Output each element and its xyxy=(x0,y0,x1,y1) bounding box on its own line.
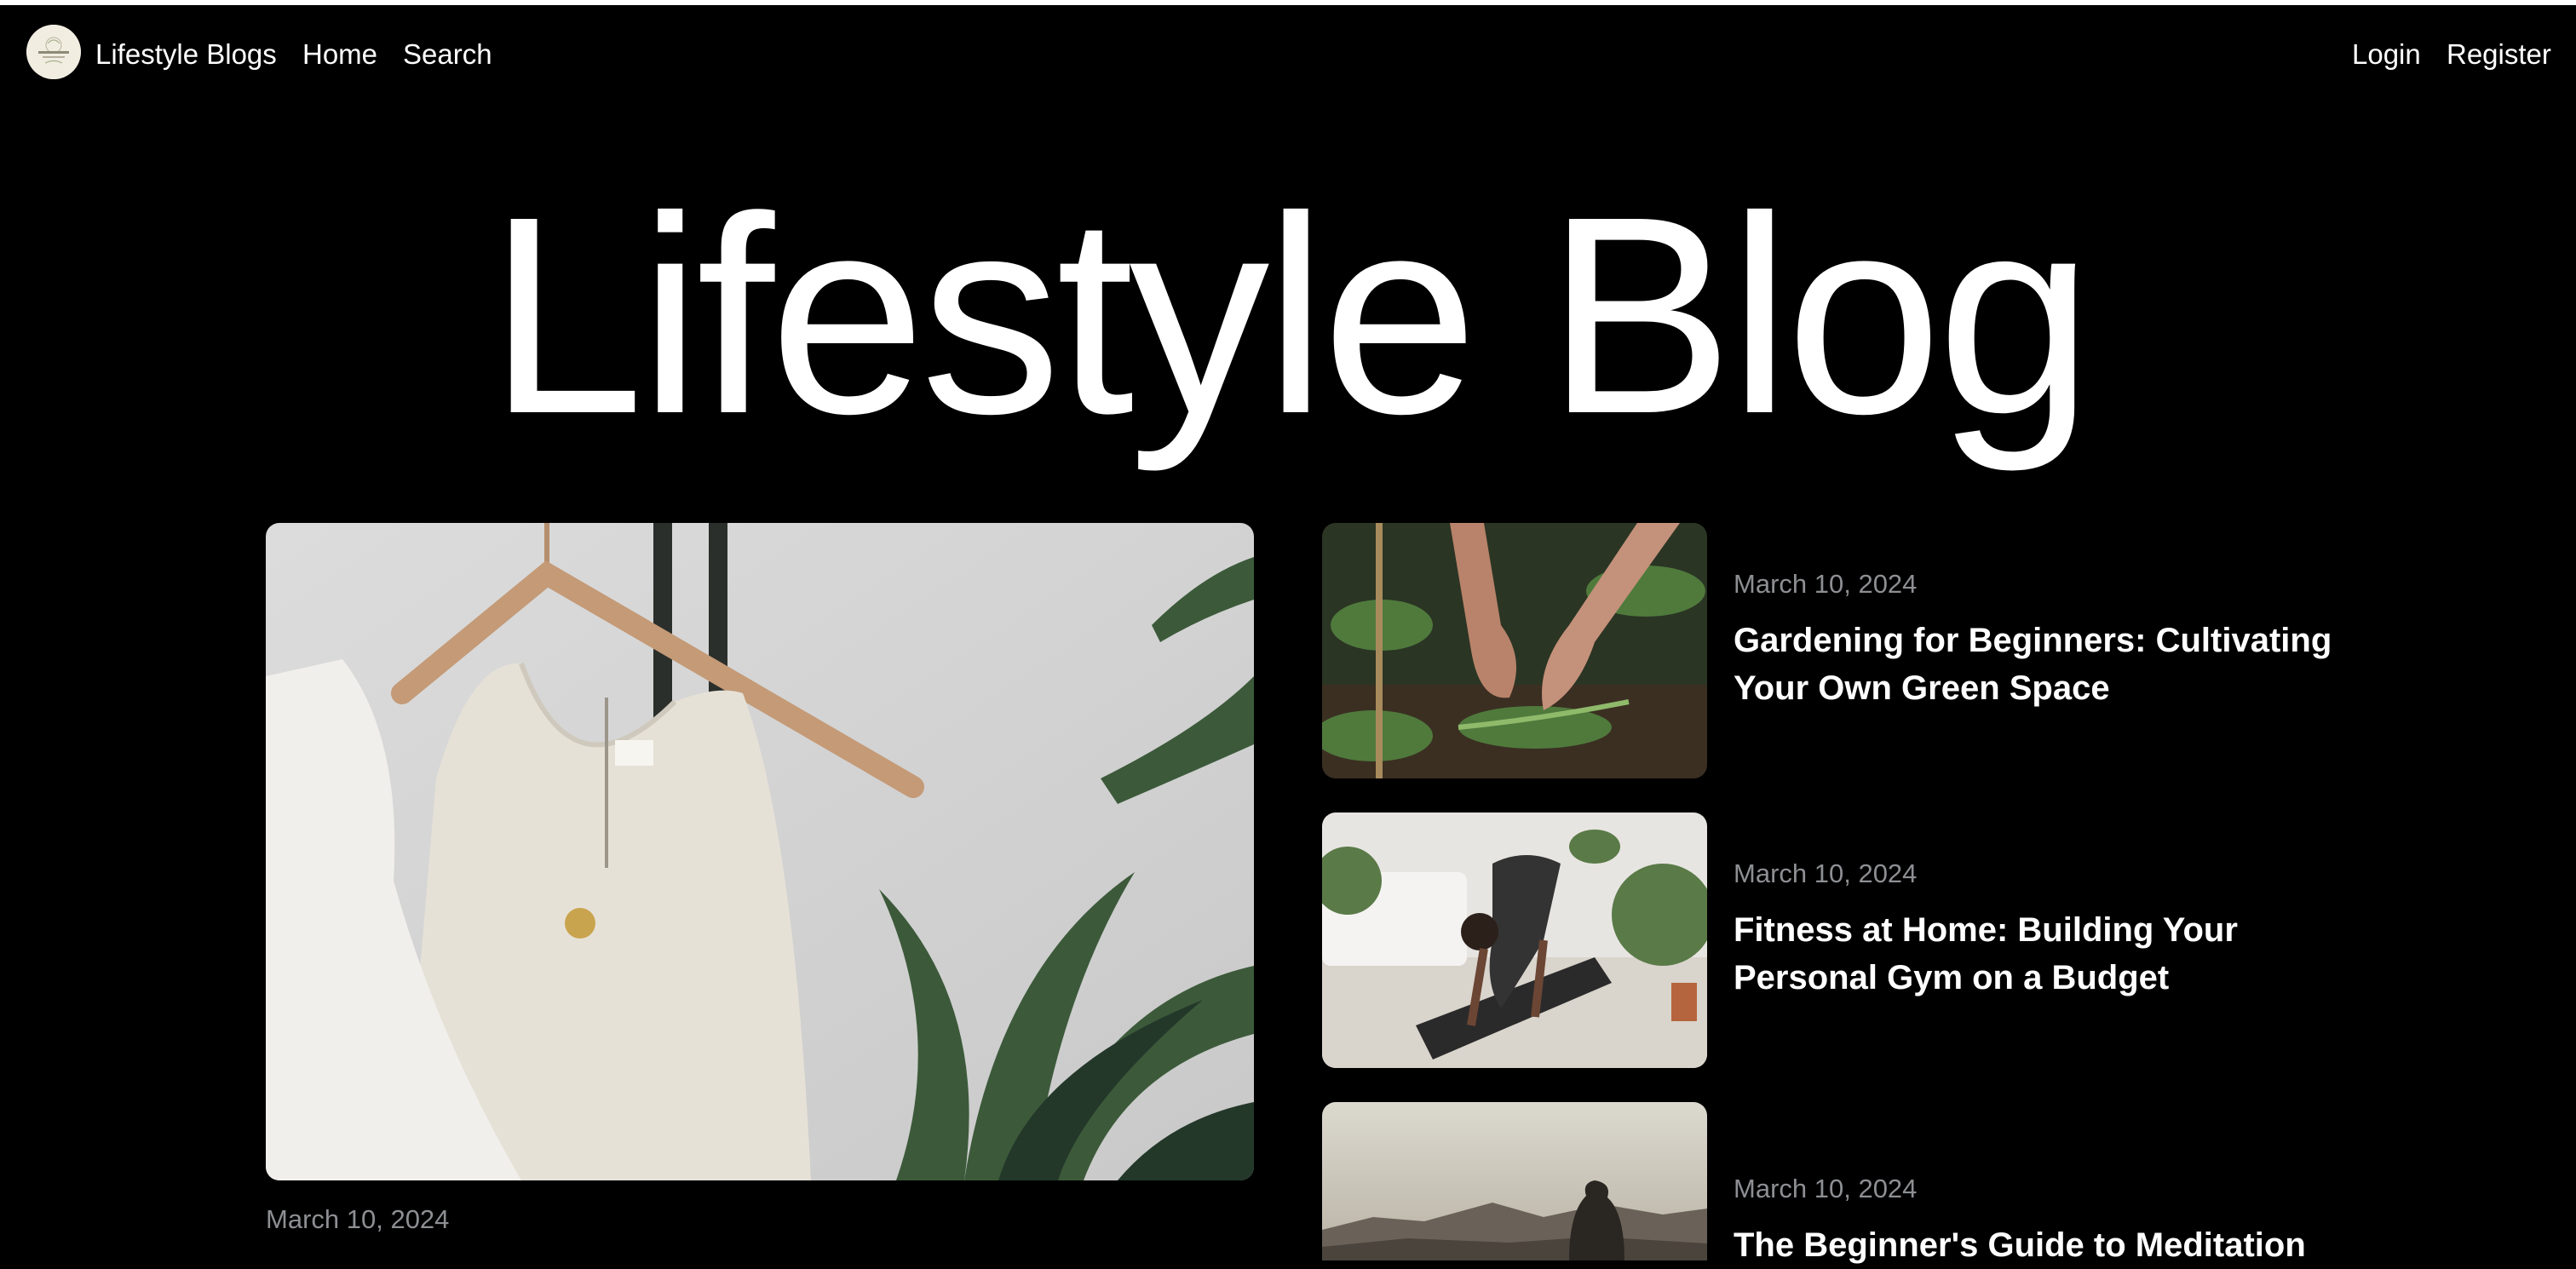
post-2-image[interactable] xyxy=(1322,813,1707,1068)
post-1-image[interactable] xyxy=(1322,523,1707,778)
nav-search-link[interactable]: Search xyxy=(403,37,492,72)
post-1-date: March 10, 2024 xyxy=(1734,569,1918,599)
nav-login-link[interactable]: Login xyxy=(2352,37,2421,72)
nav-home-link[interactable]: Home xyxy=(302,37,377,72)
nav-register-link[interactable]: Register xyxy=(2447,37,2551,72)
post-3-image[interactable] xyxy=(1322,1102,1707,1260)
featured-post-image[interactable] xyxy=(266,523,1254,1180)
post-3-title[interactable]: The Beginner's Guide to Meditation xyxy=(1734,1221,2381,1269)
post-3-date: March 10, 2024 xyxy=(1734,1174,1918,1203)
navbar: Lifestyle Blogs Home Search Login Regist… xyxy=(0,5,2576,100)
post-2-title[interactable]: Fitness at Home: Building Your Personal … xyxy=(1734,906,2381,1002)
featured-post-date: March 10, 2024 xyxy=(266,1204,450,1234)
post-1-title[interactable]: Gardening for Beginners: Cultivating You… xyxy=(1734,617,2381,712)
brand-link[interactable]: Lifestyle Blogs xyxy=(95,37,277,72)
brand-logo-icon[interactable] xyxy=(26,25,81,79)
hero-title: Lifestyle Blog xyxy=(487,158,2094,472)
post-2-date: March 10, 2024 xyxy=(1734,858,1918,888)
